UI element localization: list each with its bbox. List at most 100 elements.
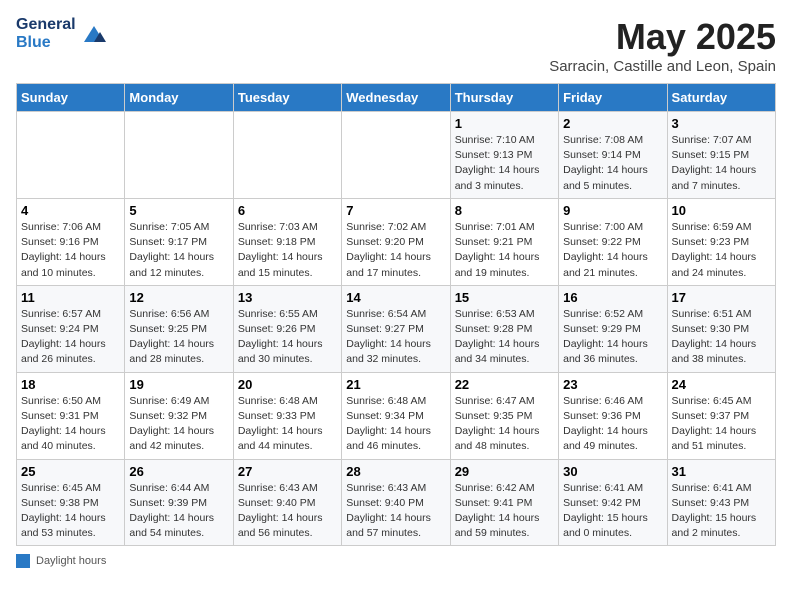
calendar-cell: 29 Sunrise: 6:42 AM Sunset: 9:41 PM Dayli… bbox=[450, 459, 558, 546]
day-number: 10 bbox=[672, 203, 771, 218]
day-info: Sunrise: 7:06 AM Sunset: 9:16 PM Dayligh… bbox=[21, 220, 120, 281]
calendar-cell: 11 Sunrise: 6:57 AM Sunset: 9:24 PM Dayli… bbox=[17, 285, 125, 372]
day-number: 4 bbox=[21, 203, 120, 218]
day-info: Sunrise: 6:57 AM Sunset: 9:24 PM Dayligh… bbox=[21, 307, 120, 368]
calendar-cell: 10 Sunrise: 6:59 AM Sunset: 9:23 PM Dayli… bbox=[667, 198, 775, 285]
calendar-cell bbox=[125, 112, 233, 199]
daylight-label: Daylight hours bbox=[36, 555, 106, 567]
day-number: 23 bbox=[563, 377, 662, 392]
daylight-box-icon bbox=[16, 554, 30, 568]
calendar-cell: 16 Sunrise: 6:52 AM Sunset: 9:29 PM Dayli… bbox=[559, 285, 667, 372]
day-info: Sunrise: 7:00 AM Sunset: 9:22 PM Dayligh… bbox=[563, 220, 662, 281]
calendar-cell: 27 Sunrise: 6:43 AM Sunset: 9:40 PM Dayli… bbox=[233, 459, 341, 546]
day-info: Sunrise: 6:44 AM Sunset: 9:39 PM Dayligh… bbox=[129, 481, 228, 542]
day-info: Sunrise: 6:47 AM Sunset: 9:35 PM Dayligh… bbox=[455, 394, 554, 455]
day-header-thursday: Thursday bbox=[450, 84, 558, 112]
calendar-cell: 21 Sunrise: 6:48 AM Sunset: 9:34 PM Dayli… bbox=[342, 372, 450, 459]
day-number: 19 bbox=[129, 377, 228, 392]
day-number: 15 bbox=[455, 290, 554, 305]
calendar-cell: 17Sunrise: 6:51 AM Sunset: 9:30 PM Dayli… bbox=[667, 285, 775, 372]
day-number: 11 bbox=[21, 290, 120, 305]
day-number: 1 bbox=[455, 116, 554, 131]
calendar-cell: 25Sunrise: 6:45 AM Sunset: 9:38 PM Dayli… bbox=[17, 459, 125, 546]
day-number: 22 bbox=[455, 377, 554, 392]
day-header-sunday: Sunday bbox=[17, 84, 125, 112]
day-number: 13 bbox=[238, 290, 337, 305]
calendar-cell: 20 Sunrise: 6:48 AM Sunset: 9:33 PM Dayli… bbox=[233, 372, 341, 459]
calendar-cell: 5 Sunrise: 7:05 AM Sunset: 9:17 PM Daylig… bbox=[125, 198, 233, 285]
calendar-cell bbox=[233, 112, 341, 199]
day-number: 5 bbox=[129, 203, 228, 218]
calendar-cell: 15 Sunrise: 6:53 AM Sunset: 9:28 PM Dayli… bbox=[450, 285, 558, 372]
calendar-cell: 22 Sunrise: 6:47 AM Sunset: 9:35 PM Dayli… bbox=[450, 372, 558, 459]
day-number: 8 bbox=[455, 203, 554, 218]
calendar-cell bbox=[17, 112, 125, 199]
day-number: 20 bbox=[238, 377, 337, 392]
calendar-cell: 14 Sunrise: 6:54 AM Sunset: 9:27 PM Dayli… bbox=[342, 285, 450, 372]
day-header-wednesday: Wednesday bbox=[342, 84, 450, 112]
day-info: Sunrise: 6:53 AM Sunset: 9:28 PM Dayligh… bbox=[455, 307, 554, 368]
day-info: Sunrise: 6:41 AM Sunset: 9:43 PM Dayligh… bbox=[672, 481, 771, 542]
day-number: 14 bbox=[346, 290, 445, 305]
day-number: 29 bbox=[455, 464, 554, 479]
calendar-cell: 18Sunrise: 6:50 AM Sunset: 9:31 PM Dayli… bbox=[17, 372, 125, 459]
day-info: Sunrise: 6:45 AM Sunset: 9:37 PM Dayligh… bbox=[672, 394, 771, 455]
calendar-cell: 13 Sunrise: 6:55 AM Sunset: 9:26 PM Dayli… bbox=[233, 285, 341, 372]
logo-icon bbox=[80, 20, 108, 48]
day-header-saturday: Saturday bbox=[667, 84, 775, 112]
main-title: May 2025 bbox=[549, 16, 776, 58]
day-info: Sunrise: 6:55 AM Sunset: 9:26 PM Dayligh… bbox=[238, 307, 337, 368]
logo-general: General bbox=[16, 16, 76, 34]
calendar-cell: 2 Sunrise: 7:08 AM Sunset: 9:14 PM Daylig… bbox=[559, 112, 667, 199]
day-number: 26 bbox=[129, 464, 228, 479]
day-info: Sunrise: 6:59 AM Sunset: 9:23 PM Dayligh… bbox=[672, 220, 771, 281]
day-number: 31 bbox=[672, 464, 771, 479]
day-info: Sunrise: 6:43 AM Sunset: 9:40 PM Dayligh… bbox=[238, 481, 337, 542]
header: General Blue May 2025 Sarracin, Castille… bbox=[16, 16, 776, 75]
day-info: Sunrise: 6:41 AM Sunset: 9:42 PM Dayligh… bbox=[563, 481, 662, 542]
logo-blue: Blue bbox=[16, 34, 76, 52]
day-number: 28 bbox=[346, 464, 445, 479]
day-info: Sunrise: 7:05 AM Sunset: 9:17 PM Dayligh… bbox=[129, 220, 228, 281]
day-info: Sunrise: 6:49 AM Sunset: 9:32 PM Dayligh… bbox=[129, 394, 228, 455]
calendar-cell: 28 Sunrise: 6:43 AM Sunset: 9:40 PM Dayli… bbox=[342, 459, 450, 546]
day-number: 27 bbox=[238, 464, 337, 479]
day-number: 21 bbox=[346, 377, 445, 392]
day-info: Sunrise: 7:02 AM Sunset: 9:20 PM Dayligh… bbox=[346, 220, 445, 281]
day-header-tuesday: Tuesday bbox=[233, 84, 341, 112]
calendar-cell: 19 Sunrise: 6:49 AM Sunset: 9:32 PM Dayli… bbox=[125, 372, 233, 459]
day-number: 7 bbox=[346, 203, 445, 218]
day-number: 2 bbox=[563, 116, 662, 131]
calendar-cell bbox=[342, 112, 450, 199]
day-number: 9 bbox=[563, 203, 662, 218]
calendar-cell: 7 Sunrise: 7:02 AM Sunset: 9:20 PM Daylig… bbox=[342, 198, 450, 285]
day-info: Sunrise: 6:42 AM Sunset: 9:41 PM Dayligh… bbox=[455, 481, 554, 542]
calendar-cell: 12 Sunrise: 6:56 AM Sunset: 9:25 PM Dayli… bbox=[125, 285, 233, 372]
day-number: 16 bbox=[563, 290, 662, 305]
calendar-cell: 31 Sunrise: 6:41 AM Sunset: 9:43 PM Dayli… bbox=[667, 459, 775, 546]
day-info: Sunrise: 6:48 AM Sunset: 9:34 PM Dayligh… bbox=[346, 394, 445, 455]
day-info: Sunrise: 7:07 AM Sunset: 9:15 PM Dayligh… bbox=[672, 133, 771, 194]
day-info: Sunrise: 6:56 AM Sunset: 9:25 PM Dayligh… bbox=[129, 307, 228, 368]
calendar-cell: 9 Sunrise: 7:00 AM Sunset: 9:22 PM Daylig… bbox=[559, 198, 667, 285]
day-info: Sunrise: 6:43 AM Sunset: 9:40 PM Dayligh… bbox=[346, 481, 445, 542]
day-info: Sunrise: 6:51 AM Sunset: 9:30 PM Dayligh… bbox=[672, 307, 771, 368]
calendar-table: SundayMondayTuesdayWednesdayThursdayFrid… bbox=[16, 83, 776, 546]
calendar-cell: 30 Sunrise: 6:41 AM Sunset: 9:42 PM Dayli… bbox=[559, 459, 667, 546]
calendar-cell: 23Sunrise: 6:46 AM Sunset: 9:36 PM Dayli… bbox=[559, 372, 667, 459]
day-info: Sunrise: 7:01 AM Sunset: 9:21 PM Dayligh… bbox=[455, 220, 554, 281]
calendar-cell: 24 Sunrise: 6:45 AM Sunset: 9:37 PM Dayli… bbox=[667, 372, 775, 459]
day-number: 24 bbox=[672, 377, 771, 392]
footer: Daylight hours bbox=[16, 554, 776, 568]
day-header-friday: Friday bbox=[559, 84, 667, 112]
day-info: Sunrise: 7:03 AM Sunset: 9:18 PM Dayligh… bbox=[238, 220, 337, 281]
day-number: 3 bbox=[672, 116, 771, 131]
day-number: 12 bbox=[129, 290, 228, 305]
day-info: Sunrise: 7:08 AM Sunset: 9:14 PM Dayligh… bbox=[563, 133, 662, 194]
calendar-cell: 1Sunrise: 7:10 AM Sunset: 9:13 PM Daylig… bbox=[450, 112, 558, 199]
day-info: Sunrise: 6:54 AM Sunset: 9:27 PM Dayligh… bbox=[346, 307, 445, 368]
day-info: Sunrise: 6:52 AM Sunset: 9:29 PM Dayligh… bbox=[563, 307, 662, 368]
day-number: 30 bbox=[563, 464, 662, 479]
day-info: Sunrise: 6:48 AM Sunset: 9:33 PM Dayligh… bbox=[238, 394, 337, 455]
calendar-cell: 26 Sunrise: 6:44 AM Sunset: 9:39 PM Dayli… bbox=[125, 459, 233, 546]
